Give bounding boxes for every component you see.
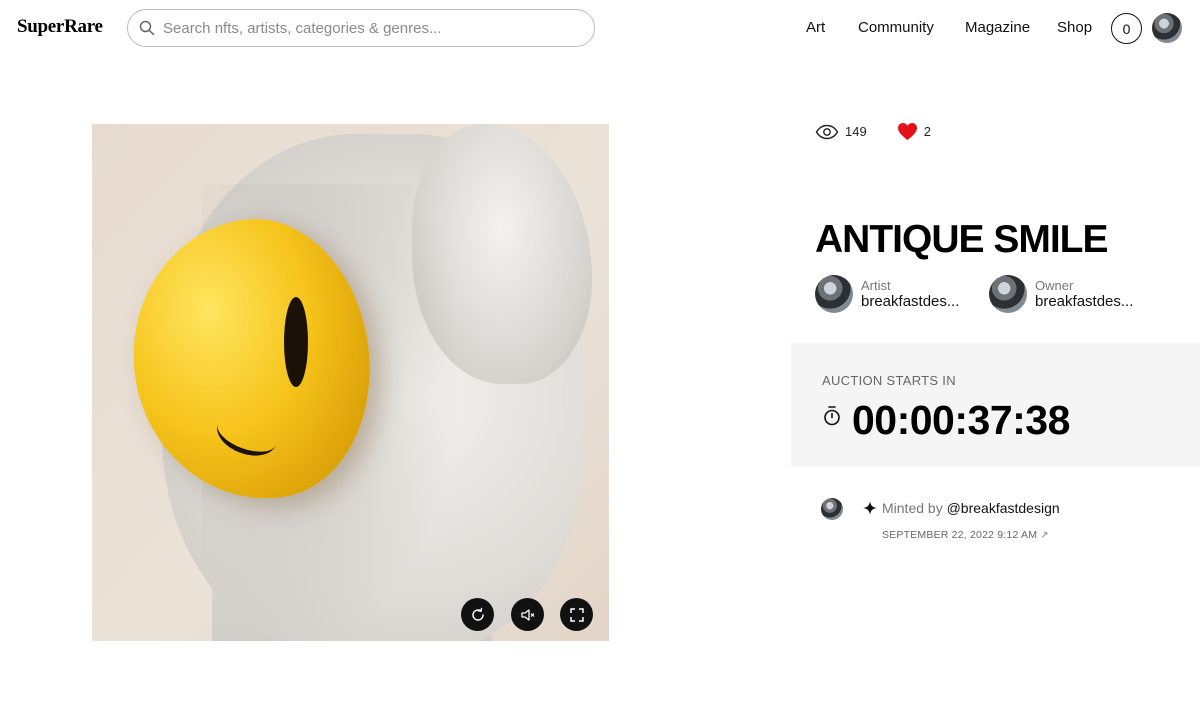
likes-stat[interactable]: 2 xyxy=(897,122,931,141)
owner-avatar[interactable] xyxy=(989,275,1027,313)
sparkle-icon xyxy=(863,501,877,515)
artist-profile[interactable]: Artist breakfastdes... xyxy=(815,275,959,313)
superrare-logo[interactable]: SuperRare xyxy=(17,16,103,38)
nav-shop-link[interactable]: Shop xyxy=(1057,19,1092,36)
minted-by-label: Minted by xyxy=(882,500,947,516)
mint-date: SEPTEMBER 22, 2022 9:12 AM xyxy=(882,529,1038,541)
fullscreen-icon xyxy=(569,607,584,622)
artwork-smiley-eye xyxy=(284,297,308,387)
mint-date-link[interactable]: SEPTEMBER 22, 2022 9:12 AM ↗ xyxy=(882,529,1049,541)
artist-avatar[interactable] xyxy=(815,275,853,313)
external-link-icon: ↗ xyxy=(1040,530,1049,541)
owner-label: Owner xyxy=(1035,277,1074,293)
auction-countdown-panel: AUCTION STARTS IN 00:00:37:38 xyxy=(791,343,1200,467)
user-avatar-button[interactable] xyxy=(1152,13,1182,43)
top-navigation-bar: SuperRare Art Community Magazine Shop 0 xyxy=(0,0,1200,56)
auction-countdown: 00:00:37:38 xyxy=(852,397,1070,443)
views-stat: 149 xyxy=(815,124,867,140)
artist-label: Artist xyxy=(861,277,891,293)
mute-button[interactable] xyxy=(511,598,544,631)
owner-name[interactable]: breakfastdes... xyxy=(1035,293,1133,311)
replay-icon xyxy=(471,607,484,621)
minter-username-link[interactable]: @breakfastdesign xyxy=(947,500,1060,516)
fullscreen-button[interactable] xyxy=(560,598,593,631)
owner-profile[interactable]: Owner breakfastdes... xyxy=(989,275,1133,313)
artist-name[interactable]: breakfastdes... xyxy=(861,293,959,311)
nav-magazine-link[interactable]: Magazine xyxy=(965,19,1030,36)
eye-icon xyxy=(815,124,839,139)
artwork-title: ANTIQUE SMILE xyxy=(815,218,1109,261)
minted-by-text: Minted by @breakfastdesign xyxy=(882,500,1060,516)
search-bar[interactable] xyxy=(127,9,595,47)
search-icon xyxy=(139,20,155,36)
likes-count: 2 xyxy=(923,124,931,139)
nav-community-link[interactable]: Community xyxy=(858,19,934,36)
views-count: 149 xyxy=(845,124,867,139)
minter-avatar[interactable] xyxy=(821,498,843,520)
speaker-muted-icon xyxy=(520,608,534,621)
heart-icon[interactable] xyxy=(897,122,918,141)
artwork-stats: 149 2 xyxy=(815,122,931,141)
nav-art-link[interactable]: Art xyxy=(806,19,825,36)
auction-label: AUCTION STARTS IN xyxy=(822,373,956,388)
artwork-media[interactable] xyxy=(92,124,609,641)
search-input[interactable] xyxy=(163,19,563,37)
notifications-button[interactable]: 0 xyxy=(1111,13,1142,44)
replay-button[interactable] xyxy=(461,598,494,631)
stopwatch-icon xyxy=(824,406,840,426)
